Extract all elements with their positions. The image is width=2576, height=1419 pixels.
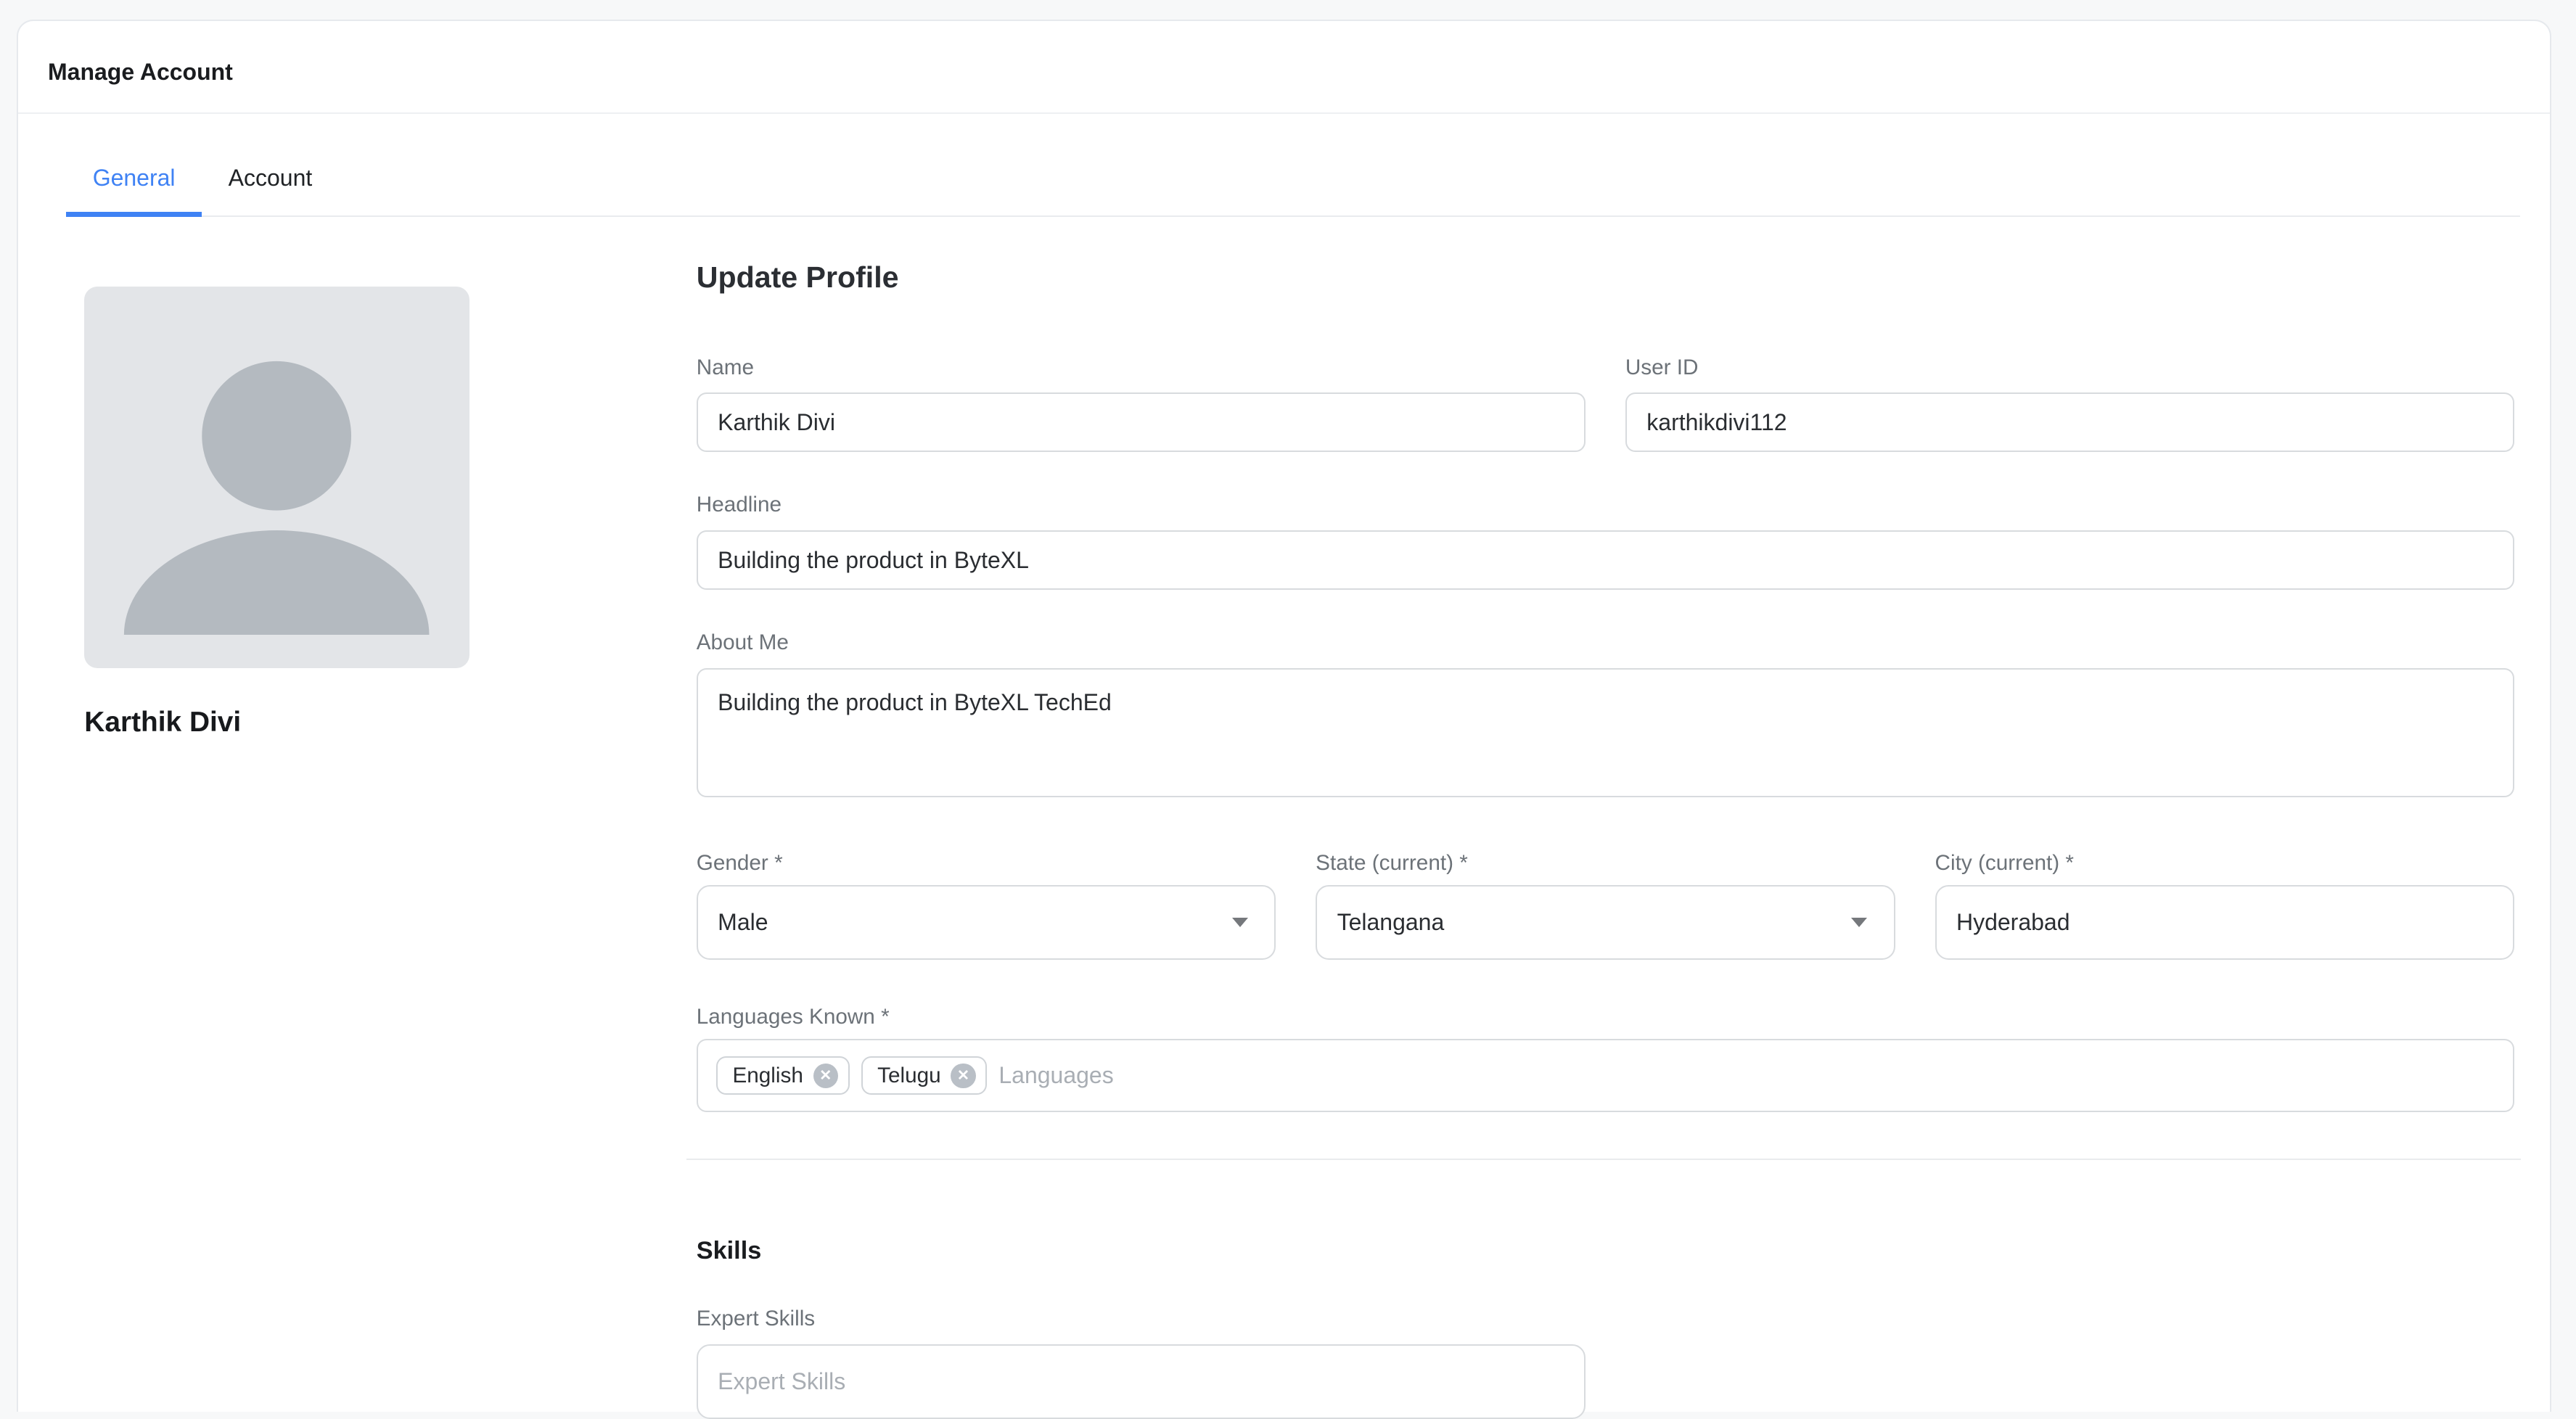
avatar [84, 287, 469, 668]
headline-label: Headline [697, 492, 2514, 519]
profile-name: Karthik Divi [84, 706, 469, 739]
state-label: State (current) * [1316, 850, 1895, 877]
tab-account[interactable]: Account [202, 114, 339, 215]
language-tag-english: English ✕ [716, 1056, 850, 1095]
languages-tag-input[interactable]: English ✕ Telugu ✕ Languages [697, 1039, 2514, 1112]
general-tab-content: Karthik Divi Update Profile Name User ID… [18, 217, 2550, 1419]
update-profile-form: Update Profile Name User ID Headline [697, 262, 2514, 1419]
about-me-label: About Me [697, 630, 2514, 657]
chevron-down-icon [1851, 918, 1867, 927]
gender-select[interactable]: Male [697, 885, 1276, 960]
languages-label: Languages Known * [697, 1004, 2514, 1031]
headline-input[interactable] [697, 530, 2514, 590]
headline-field-group: Headline [697, 492, 2514, 590]
languages-placeholder: Languages [998, 1062, 1113, 1089]
state-field-group: State (current) * Telangana [1316, 850, 1895, 960]
section-divider [686, 1159, 2521, 1160]
city-field-group: City (current) * [1935, 850, 2515, 960]
languages-field-group: Languages Known * English ✕ Telugu ✕ Lan… [697, 1004, 2514, 1112]
language-tag-label: Telugu [877, 1064, 941, 1088]
tab-bar: General Account [66, 114, 2519, 216]
expert-skills-field-group: Expert Skills [697, 1306, 2514, 1418]
about-me-field-group: About Me Building the product in ByteXL … [697, 630, 2514, 804]
user-id-input[interactable] [1625, 392, 2514, 452]
name-userid-row: Name User ID [697, 355, 2514, 453]
page-title: Manage Account [48, 58, 2520, 86]
close-icon[interactable]: ✕ [951, 1064, 975, 1088]
gender-label: Gender * [697, 850, 1276, 877]
skills-heading: Skills [697, 1236, 2514, 1266]
gender-field-group: Gender * Male [697, 850, 1276, 960]
close-icon[interactable]: ✕ [813, 1064, 838, 1088]
person-icon [84, 287, 469, 668]
city-input[interactable] [1935, 885, 2515, 960]
expert-skills-input[interactable] [697, 1344, 1586, 1419]
name-input[interactable] [697, 392, 1586, 452]
gender-state-city-row: Gender * Male State (current) * Telangan… [697, 850, 2514, 960]
update-profile-heading: Update Profile [697, 262, 2514, 293]
chevron-down-icon [1232, 918, 1248, 927]
tab-general[interactable]: General [66, 114, 202, 215]
name-field-group: Name [697, 355, 1586, 453]
name-label: Name [697, 355, 1586, 382]
expert-skills-label: Expert Skills [697, 1306, 2514, 1333]
user-id-field-group: User ID [1625, 355, 2514, 453]
gender-selected-value: Male [718, 909, 768, 936]
manage-account-page: Manage Account General Account Karthik D… [0, 0, 2576, 1412]
language-tag-label: English [732, 1064, 803, 1088]
user-id-label: User ID [1625, 355, 2514, 382]
language-tag-telugu: Telugu ✕ [861, 1056, 988, 1095]
profile-summary: Karthik Divi [84, 287, 469, 1419]
city-label: City (current) * [1935, 850, 2515, 877]
card-header: Manage Account [18, 21, 2550, 112]
state-selected-value: Telangana [1337, 909, 1445, 936]
manage-account-card: Manage Account General Account Karthik D… [17, 20, 2551, 1412]
about-me-textarea[interactable]: Building the product in ByteXL TechEd [697, 668, 2514, 797]
state-select[interactable]: Telangana [1316, 885, 1895, 960]
